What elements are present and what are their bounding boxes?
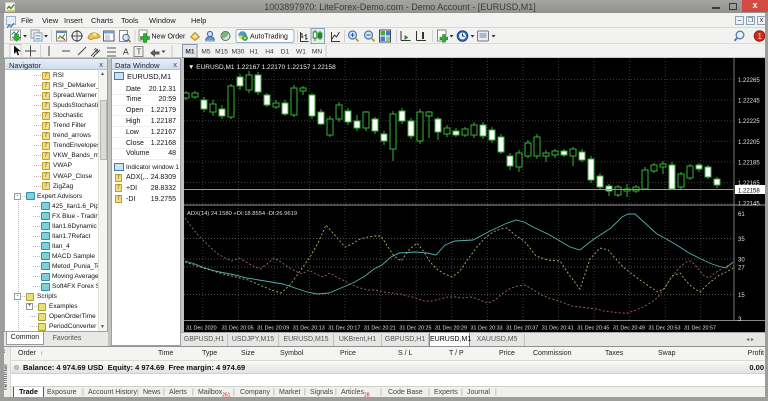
svg-text:H4: H4 — [265, 49, 274, 56]
svg-text:31 Dec 2020: 31 Dec 2020 — [186, 326, 217, 332]
svg-text:M1: M1 — [185, 49, 194, 56]
svg-text:New Order: New Order — [152, 34, 187, 41]
svg-text:1.22225: 1.22225 — [738, 119, 760, 125]
svg-text:31 Dec 20:53: 31 Dec 20:53 — [648, 326, 680, 332]
svg-text:H1: H1 — [250, 49, 259, 56]
svg-text:31 Dec 20:57: 31 Dec 20:57 — [684, 326, 716, 332]
svg-text:D1: D1 — [281, 49, 290, 56]
svg-text:31 Dec 20:21: 31 Dec 20:21 — [364, 326, 396, 332]
svg-text:1.22185: 1.22185 — [738, 160, 760, 166]
svg-text:31 Dec 20:17: 31 Dec 20:17 — [328, 326, 360, 332]
svg-text:1.22205: 1.22205 — [738, 140, 760, 146]
svg-text:1.22265: 1.22265 — [738, 78, 760, 84]
svg-text:31 Dec 20:49: 31 Dec 20:49 — [613, 326, 645, 332]
svg-text:W1: W1 — [296, 49, 306, 56]
svg-text:1.22245: 1.22245 — [738, 99, 760, 105]
svg-text:35: 35 — [738, 237, 745, 243]
svg-text:31 Dec 20:13: 31 Dec 20:13 — [293, 326, 325, 332]
svg-text:M5: M5 — [201, 49, 210, 56]
svg-text:31 Dec 20:33: 31 Dec 20:33 — [471, 326, 503, 332]
svg-text:31 Dec 20:05: 31 Dec 20:05 — [222, 326, 254, 332]
svg-text:31 Dec 20:29: 31 Dec 20:29 — [435, 326, 467, 332]
svg-text:MN: MN — [312, 49, 322, 56]
svg-text:▼ EURUSD,M1 1.22167 1.22170 1: ▼ EURUSD,M1 1.22167 1.22170 1.22157 1.22… — [188, 64, 336, 71]
svg-text:T: T — [137, 48, 142, 57]
svg-text:AutoTrading: AutoTrading — [250, 34, 288, 41]
svg-text:31 Dec 20:25: 31 Dec 20:25 — [399, 326, 431, 332]
svg-text:31 Dec 20:45: 31 Dec 20:45 — [577, 326, 609, 332]
svg-text:M30: M30 — [232, 49, 245, 56]
svg-text:15: 15 — [738, 293, 745, 299]
svg-text:A: A — [123, 47, 129, 57]
svg-text:1.22158: 1.22158 — [738, 188, 760, 194]
svg-text:27: 27 — [738, 266, 745, 272]
svg-text:61: 61 — [738, 212, 745, 218]
svg-text:1: 1 — [758, 32, 763, 41]
svg-text:30: 30 — [738, 258, 745, 264]
svg-text:31 Dec 20:41: 31 Dec 20:41 — [542, 326, 574, 332]
svg-text:ADX(14) 24.1580 +DI:18.8554 -D: ADX(14) 24.1580 +DI:18.8554 -DI:26.9619 — [187, 211, 297, 217]
svg-text:31 Dec 20:09: 31 Dec 20:09 — [257, 326, 289, 332]
svg-text:1.22145: 1.22145 — [738, 202, 760, 208]
svg-text:M15: M15 — [215, 49, 228, 56]
svg-text:31 Dec 20:37: 31 Dec 20:37 — [506, 326, 538, 332]
